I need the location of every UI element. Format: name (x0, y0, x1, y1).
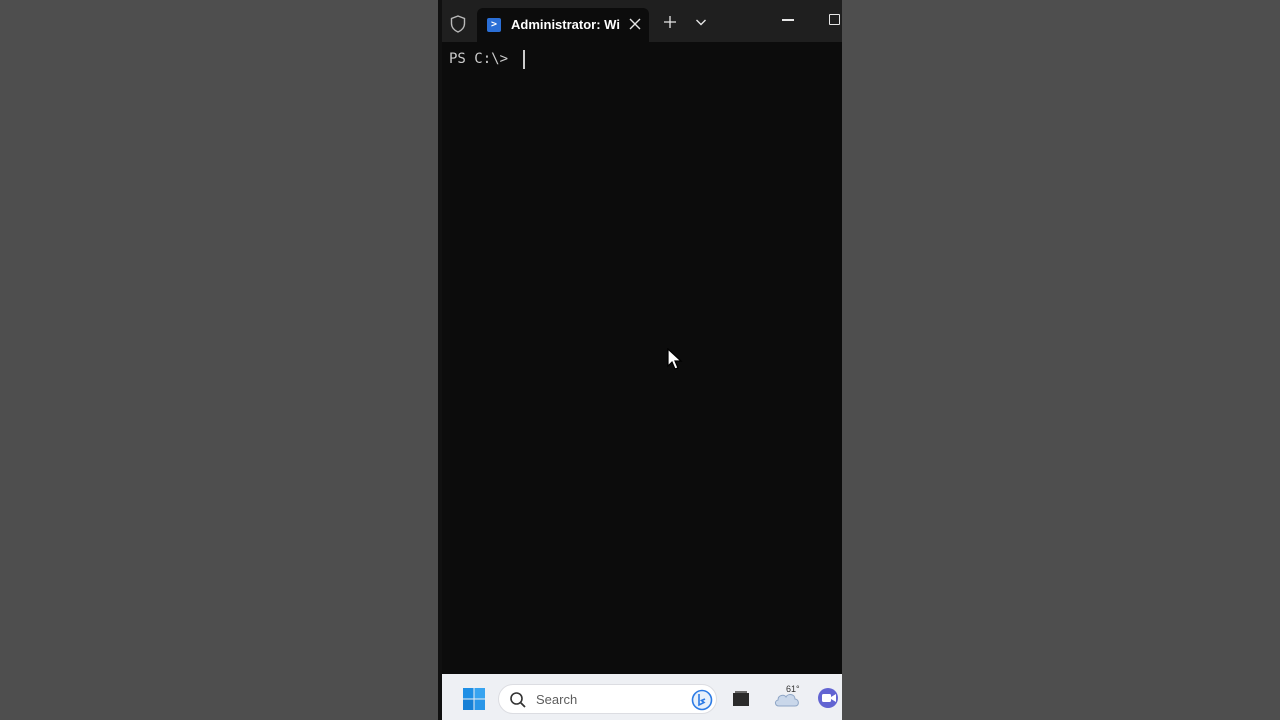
tab-title: Administrator: Wi (511, 17, 620, 32)
tab-administrator[interactable]: > Administrator: Wi (477, 8, 649, 42)
mouse-pointer-icon (667, 348, 683, 370)
terminal-window: > Administrator: Wi PS C:\> Search 61° (438, 0, 842, 720)
taskbar-search-box[interactable]: Search (498, 684, 717, 714)
task-view-icon[interactable] (732, 691, 750, 707)
powershell-icon: > (487, 18, 501, 32)
search-placeholder: Search (536, 692, 578, 707)
prompt-text: PS C:\> (449, 51, 517, 67)
title-bar[interactable]: > Administrator: Wi (442, 0, 842, 42)
windows-start-icon[interactable] (462, 687, 486, 711)
minimize-icon[interactable] (782, 19, 794, 21)
search-icon (510, 692, 526, 708)
terminal-output[interactable]: PS C:\> (442, 42, 842, 673)
text-cursor (523, 50, 525, 69)
plus-icon[interactable] (663, 15, 677, 29)
weather-temperature: 61° (786, 684, 800, 694)
bing-icon[interactable] (691, 689, 713, 711)
taskbar: Search 61° (442, 674, 842, 720)
close-icon[interactable] (627, 16, 643, 32)
window-border (438, 0, 442, 720)
chevron-down-icon[interactable] (695, 17, 707, 27)
maximize-icon[interactable] (829, 14, 840, 25)
desktop-background: > Administrator: Wi PS C:\> Search 61° (0, 0, 1280, 720)
shield-icon (450, 15, 466, 33)
teams-icon[interactable] (817, 687, 842, 709)
